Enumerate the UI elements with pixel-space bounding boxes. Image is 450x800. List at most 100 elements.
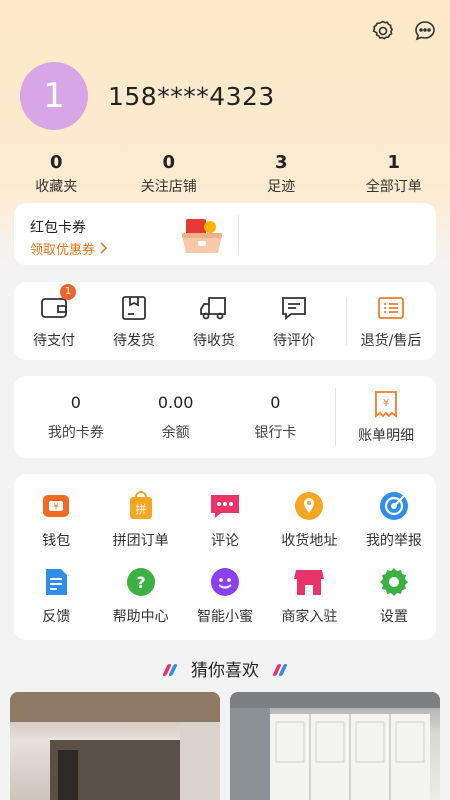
red-packet-icon [180, 217, 224, 259]
order-pending-review[interactable]: 待评价 [254, 292, 334, 350]
bank-cards[interactable]: 0 银行卡 [226, 393, 326, 442]
bill-details[interactable]: ¥ 账单明细 [336, 389, 436, 445]
report-icon [352, 490, 436, 522]
tool-smart-assistant[interactable]: 智能小蜜 [183, 566, 267, 626]
divider [238, 215, 239, 255]
help-icon: ? [98, 566, 182, 598]
order-returns[interactable]: 退货/售后 [347, 292, 435, 350]
assistant-icon [183, 566, 267, 598]
wallet-value: 0.00 [126, 393, 226, 412]
tool-label: 反馈 [14, 606, 98, 626]
package-icon [94, 292, 174, 324]
product-image [230, 692, 440, 800]
wallet-value: 0 [26, 393, 126, 412]
svg-text:¥: ¥ [383, 398, 389, 409]
tool-label: 评论 [183, 530, 267, 550]
decor-stripes [274, 661, 286, 681]
coupon-title: 红包卡券 [30, 217, 86, 237]
tool-label: 设置 [352, 606, 436, 626]
stat-label: 足迹 [225, 176, 338, 196]
wallet-label: 余额 [126, 422, 226, 442]
decor-stripes [164, 661, 176, 681]
orders-card: 1 待支付 待发货 待收货 待评价 退货/ [14, 282, 436, 360]
tool-label: 商家入驻 [267, 606, 351, 626]
tool-label: 智能小蜜 [183, 606, 267, 626]
order-label: 待支付 [14, 330, 94, 350]
stat-label: 关注店铺 [113, 176, 226, 196]
group-order-icon: 拼 [98, 490, 182, 522]
wallet-value: 0 [226, 393, 326, 412]
location-icon [267, 490, 351, 522]
my-cards[interactable]: 0 我的卡券 [26, 393, 126, 442]
tool-label: 钱包 [14, 530, 98, 550]
balance[interactable]: 0.00 余额 [126, 393, 226, 442]
wallet-card: 0 我的卡券 0.00 余额 0 银行卡 ¥ 账单明细 [14, 376, 436, 458]
stat-value: 0 [113, 152, 226, 174]
tool-label: 帮助中心 [98, 606, 182, 626]
tools-card: ¥ 钱包 拼 拼团订单 评论 收货地址 我的举报 [14, 474, 436, 640]
chat-bubble-icon[interactable] [412, 18, 438, 44]
wallet-icon: ¥ [14, 490, 98, 522]
tool-merchant-join[interactable]: 商家入驻 [267, 566, 351, 626]
settings-icon [352, 566, 436, 598]
stat-followed-shops[interactable]: 0 关注店铺 [113, 152, 226, 196]
order-label: 待发货 [94, 330, 174, 350]
tool-help-center[interactable]: ? 帮助中心 [98, 566, 182, 626]
svg-text:¥: ¥ [54, 502, 59, 511]
review-icon [254, 292, 334, 324]
avatar[interactable]: 1 [20, 62, 88, 130]
stats-bar: 0 收藏夹 0 关注店铺 3 足迹 1 全部订单 [0, 152, 450, 196]
tool-my-reports[interactable]: 我的举报 [352, 490, 436, 550]
wallet-outline-icon [14, 292, 94, 324]
tool-label: 我的举报 [352, 530, 436, 550]
tool-group-orders[interactable]: 拼 拼团订单 [98, 490, 182, 550]
returns-list-icon [347, 292, 435, 324]
tool-settings[interactable]: 设置 [352, 566, 436, 626]
get-coupon-link[interactable]: 领取优惠券 [30, 239, 109, 258]
store-icon [267, 566, 351, 598]
stat-value: 3 [225, 152, 338, 174]
product-card[interactable] [230, 692, 440, 800]
wallet-label: 账单明细 [336, 425, 436, 445]
stat-label: 收藏夹 [0, 176, 113, 196]
stat-label: 全部订单 [338, 176, 450, 196]
tool-label: 拼团订单 [98, 530, 182, 550]
coupon-card[interactable]: 红包卡券 领取优惠券 [14, 203, 436, 265]
phone-number: 158****4323 [108, 82, 275, 111]
stat-all-orders[interactable]: 1 全部订单 [338, 152, 450, 196]
stat-favorites[interactable]: 0 收藏夹 [0, 152, 113, 196]
stat-value: 0 [0, 152, 113, 174]
order-label: 待评价 [254, 330, 334, 350]
order-pending-receive[interactable]: 待收货 [174, 292, 254, 350]
tool-comments[interactable]: 评论 [183, 490, 267, 550]
truck-icon [174, 292, 254, 324]
feedback-icon [14, 566, 98, 598]
order-pending-ship[interactable]: 待发货 [94, 292, 174, 350]
product-image [10, 692, 220, 800]
order-pending-pay[interactable]: 1 待支付 [14, 292, 94, 350]
order-label: 退货/售后 [347, 330, 435, 350]
gear-icon[interactable] [370, 18, 396, 44]
wallet-label: 我的卡券 [26, 422, 126, 442]
profile-header: 1 158****4323 [20, 62, 275, 130]
tool-feedback[interactable]: 反馈 [14, 566, 98, 626]
stat-value: 1 [338, 152, 450, 174]
stat-footprint[interactable]: 3 足迹 [225, 152, 338, 196]
guess-you-like-heading: 猜你喜欢 [0, 656, 450, 681]
top-bar [370, 18, 438, 44]
svg-text:?: ? [136, 573, 145, 592]
tool-address[interactable]: 收货地址 [267, 490, 351, 550]
bill-icon: ¥ [336, 389, 436, 419]
chevron-right-icon [99, 243, 109, 258]
order-label: 待收货 [174, 330, 254, 350]
wallet-label: 银行卡 [226, 422, 326, 442]
comment-icon [183, 490, 267, 522]
tool-label: 收货地址 [267, 530, 351, 550]
pending-pay-badge: 1 [60, 284, 76, 300]
guess-title: 猜你喜欢 [191, 661, 259, 681]
get-coupon-label: 领取优惠券 [30, 243, 95, 258]
product-grid [10, 692, 440, 800]
tool-wallet[interactable]: ¥ 钱包 [14, 490, 98, 550]
product-card[interactable] [10, 692, 220, 800]
svg-text:拼: 拼 [135, 502, 146, 516]
